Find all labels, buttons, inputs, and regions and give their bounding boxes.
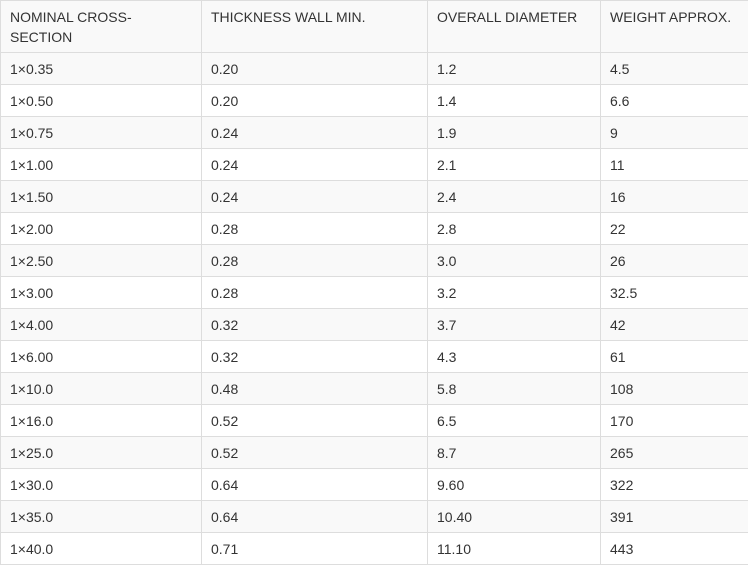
cell-weight: 9 [600, 116, 748, 149]
header-thickness-wall-min: THICKNESS WALL MIN. [201, 0, 428, 53]
cell-weight: 443 [600, 532, 748, 565]
cell-overall-diameter: 8.7 [427, 436, 601, 469]
cell-wall-thickness: 0.28 [201, 276, 428, 309]
header-row: NOMINAL CROSS-SECTION THICKNESS WALL MIN… [0, 0, 748, 53]
cell-weight: 6.6 [600, 84, 748, 117]
table-row: 1×2.00 0.28 2.8 22 [0, 212, 748, 245]
cell-wall-thickness: 0.52 [201, 436, 428, 469]
table-row: 1×3.00 0.28 3.2 32.5 [0, 276, 748, 309]
cell-overall-diameter: 3.7 [427, 308, 601, 341]
header-weight-approx: WEIGHT APPROX. [600, 0, 748, 53]
cell-overall-diameter: 10.40 [427, 500, 601, 533]
table-header: NOMINAL CROSS-SECTION THICKNESS WALL MIN… [0, 0, 748, 53]
cell-wall-thickness: 0.20 [201, 84, 428, 117]
table-row: 1×30.0 0.64 9.60 322 [0, 468, 748, 501]
cell-wall-thickness: 0.52 [201, 404, 428, 437]
cell-overall-diameter: 1.2 [427, 52, 601, 85]
cell-weight: 26 [600, 244, 748, 277]
cell-weight: 170 [600, 404, 748, 437]
table-row: 1×1.00 0.24 2.1 11 [0, 148, 748, 181]
cell-wall-thickness: 0.24 [201, 148, 428, 181]
cell-wall-thickness: 0.64 [201, 468, 428, 501]
cell-cross-section: 1×25.0 [0, 436, 202, 469]
cell-overall-diameter: 3.0 [427, 244, 601, 277]
cell-wall-thickness: 0.71 [201, 532, 428, 565]
cell-weight: 322 [600, 468, 748, 501]
table-row: 1×1.50 0.24 2.4 16 [0, 180, 748, 213]
cell-wall-thickness: 0.24 [201, 180, 428, 213]
cell-cross-section: 1×2.50 [0, 244, 202, 277]
cell-cross-section: 1×40.0 [0, 532, 202, 565]
cell-cross-section: 1×1.00 [0, 148, 202, 181]
cell-cross-section: 1×6.00 [0, 340, 202, 373]
cell-weight: 11 [600, 148, 748, 181]
cell-cross-section: 1×30.0 [0, 468, 202, 501]
cell-weight: 265 [600, 436, 748, 469]
cell-overall-diameter: 1.4 [427, 84, 601, 117]
cell-cross-section: 1×2.00 [0, 212, 202, 245]
cell-cross-section: 1×0.50 [0, 84, 202, 117]
cell-weight: 42 [600, 308, 748, 341]
table-row: 1×0.75 0.24 1.9 9 [0, 116, 748, 149]
cell-weight: 16 [600, 180, 748, 213]
cell-overall-diameter: 1.9 [427, 116, 601, 149]
header-nominal-cross-section: NOMINAL CROSS-SECTION [0, 0, 202, 53]
table-row: 1×40.0 0.71 11.10 443 [0, 532, 748, 565]
cell-weight: 61 [600, 340, 748, 373]
cell-cross-section: 1×0.75 [0, 116, 202, 149]
table-row: 1×16.0 0.52 6.5 170 [0, 404, 748, 437]
cell-wall-thickness: 0.20 [201, 52, 428, 85]
cell-overall-diameter: 5.8 [427, 372, 601, 405]
table-row: 1×4.00 0.32 3.7 42 [0, 308, 748, 341]
cell-cross-section: 1×16.0 [0, 404, 202, 437]
cell-weight: 32.5 [600, 276, 748, 309]
cell-wall-thickness: 0.24 [201, 116, 428, 149]
cell-wall-thickness: 0.48 [201, 372, 428, 405]
table-row: 1×2.50 0.28 3.0 26 [0, 244, 748, 277]
cell-cross-section: 1×4.00 [0, 308, 202, 341]
cell-wall-thickness: 0.28 [201, 212, 428, 245]
cell-weight: 22 [600, 212, 748, 245]
cell-cross-section: 1×0.35 [0, 52, 202, 85]
cell-overall-diameter: 4.3 [427, 340, 601, 373]
cell-weight: 391 [600, 500, 748, 533]
table-row: 1×6.00 0.32 4.3 61 [0, 340, 748, 373]
cell-overall-diameter: 11.10 [427, 532, 601, 565]
table-row: 1×25.0 0.52 8.7 265 [0, 436, 748, 469]
cell-overall-diameter: 6.5 [427, 404, 601, 437]
cell-wall-thickness: 0.32 [201, 340, 428, 373]
table-row: 1×10.0 0.48 5.8 108 [0, 372, 748, 405]
cell-overall-diameter: 2.4 [427, 180, 601, 213]
cell-wall-thickness: 0.28 [201, 244, 428, 277]
header-overall-diameter: OVERALL DIAMETER [427, 0, 601, 53]
cell-overall-diameter: 2.8 [427, 212, 601, 245]
cell-wall-thickness: 0.64 [201, 500, 428, 533]
cell-overall-diameter: 3.2 [427, 276, 601, 309]
cell-weight: 108 [600, 372, 748, 405]
cell-overall-diameter: 9.60 [427, 468, 601, 501]
cell-cross-section: 1×35.0 [0, 500, 202, 533]
cell-cross-section: 1×10.0 [0, 372, 202, 405]
cell-cross-section: 1×1.50 [0, 180, 202, 213]
table-body: 1×0.35 0.20 1.2 4.5 1×0.50 0.20 1.4 6.6 … [0, 52, 748, 565]
cable-spec-table: NOMINAL CROSS-SECTION THICKNESS WALL MIN… [0, 0, 748, 565]
table-row: 1×35.0 0.64 10.40 391 [0, 500, 748, 533]
table-row: 1×0.35 0.20 1.2 4.5 [0, 52, 748, 85]
cell-wall-thickness: 0.32 [201, 308, 428, 341]
table-row: 1×0.50 0.20 1.4 6.6 [0, 84, 748, 117]
cell-weight: 4.5 [600, 52, 748, 85]
cell-cross-section: 1×3.00 [0, 276, 202, 309]
cell-overall-diameter: 2.1 [427, 148, 601, 181]
